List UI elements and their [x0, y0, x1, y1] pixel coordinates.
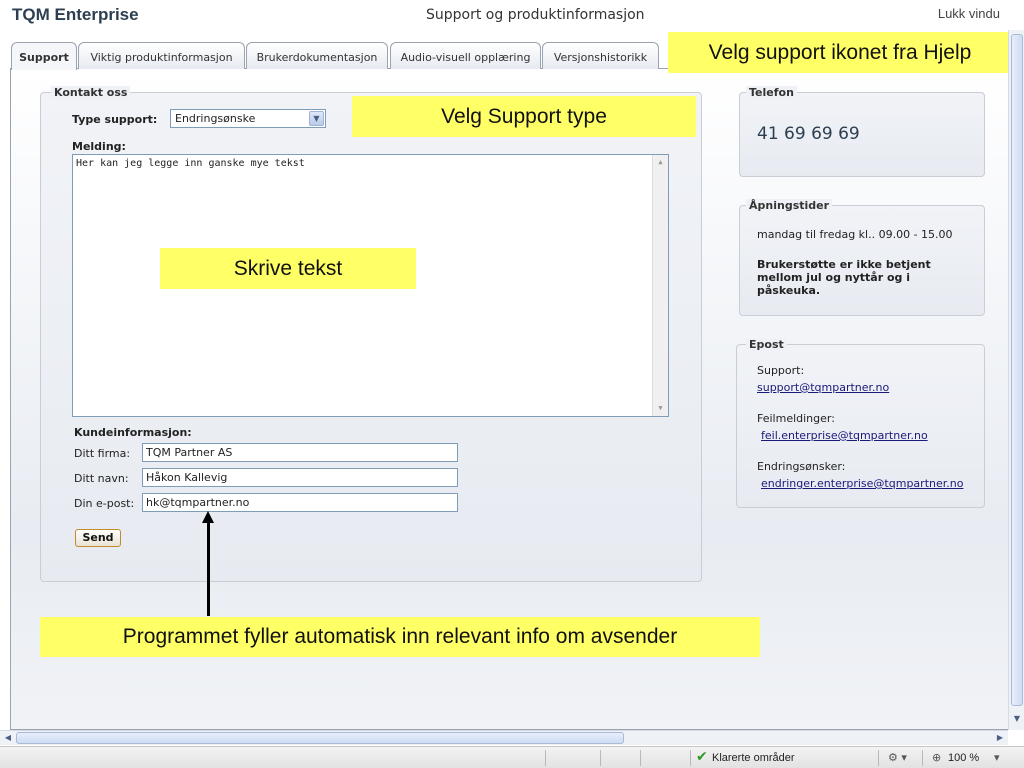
send-button[interactable]: Send	[75, 529, 121, 547]
status-divider	[600, 750, 601, 766]
message-label: Melding:	[72, 140, 126, 153]
status-bar: ✔ Klarerte områder ⚙ ▾ ⊕ 100 % ▾	[0, 746, 1024, 768]
zoom-icon[interactable]: ⊕	[932, 751, 941, 764]
close-window-link[interactable]: Lukk vindu	[938, 6, 1000, 21]
vertical-scroll-thumb[interactable]	[1011, 34, 1023, 706]
tab-support[interactable]: Support	[11, 42, 77, 70]
support-type-value: Endringsønske	[175, 112, 256, 125]
status-divider	[690, 750, 691, 766]
message-scrollbar[interactable]: ▲ ▼	[652, 155, 668, 416]
error-email-link[interactable]: feil.enterprise@tqmpartner.no	[761, 429, 928, 442]
hours-legend: Åpningstider	[746, 199, 833, 212]
page-vertical-scrollbar[interactable]: ▼	[1008, 30, 1024, 730]
status-divider	[878, 750, 879, 766]
zoom-level[interactable]: 100 %	[948, 752, 979, 764]
checkmark-icon: ✔	[696, 749, 708, 765]
phone-number: 41 69 69 69	[757, 124, 860, 144]
tab-version-history[interactable]: Versjonshistorikk	[542, 42, 659, 69]
protected-mode-icon[interactable]: ⚙ ▾	[888, 751, 907, 764]
auto-fill-callout: Programmet fyller automatisk inn relevan…	[40, 617, 760, 657]
tab-audio-visual[interactable]: Audio-visuell opplæring	[390, 42, 541, 69]
help-icon-callout: Velg support ikonet fra Hjelp	[668, 32, 1012, 73]
message-text: Her kan jeg legge inn ganske mye tekst	[76, 158, 305, 169]
company-label: Ditt firma:	[74, 447, 131, 460]
chevron-down-icon[interactable]: ▼	[309, 111, 324, 126]
tab-product-info[interactable]: Viktig produktinformasjon	[78, 42, 245, 69]
email-input[interactable]: hk@tqmpartner.no	[142, 493, 458, 512]
horizontal-scroll-thumb[interactable]	[16, 732, 624, 744]
window-title: Support og produktinformasjon	[426, 7, 645, 23]
page-horizontal-scrollbar[interactable]: ◀ ▶	[0, 730, 1008, 745]
email-legend: Epost	[746, 338, 787, 351]
scroll-down-icon[interactable]: ▼	[1011, 714, 1023, 728]
hours-note: Brukerstøtte er ikke betjent mellom jul …	[757, 258, 931, 297]
status-divider	[640, 750, 641, 766]
scroll-down-icon[interactable]: ▼	[654, 402, 667, 415]
support-type-callout: Velg Support type	[352, 96, 696, 137]
error-email-label: Feilmeldinger:	[757, 412, 835, 425]
customer-info-label: Kundeinformasjon:	[74, 426, 192, 439]
phone-legend: Telefon	[746, 86, 797, 99]
chevron-down-icon[interactable]: ▾	[994, 751, 1000, 764]
name-input[interactable]: Håkon Kallevig	[142, 468, 458, 487]
change-email-label: Endringsønsker:	[757, 460, 846, 473]
scroll-left-icon[interactable]: ◀	[1, 732, 15, 744]
change-email-link[interactable]: endringer.enterprise@tqmpartner.no	[761, 477, 963, 490]
name-label: Ditt navn:	[74, 472, 129, 485]
write-text-callout: Skrive tekst	[160, 248, 416, 289]
security-zone-text: Klarerte områder	[712, 752, 795, 764]
support-type-select[interactable]: Endringsønske ▼	[170, 109, 326, 128]
app-title: TQM Enterprise	[12, 5, 139, 24]
support-type-label: Type support:	[72, 113, 158, 126]
status-divider	[922, 750, 923, 766]
scroll-up-icon[interactable]: ▲	[654, 156, 667, 169]
arrow-line	[207, 520, 210, 616]
support-email-label: Support:	[757, 364, 805, 377]
support-email-link[interactable]: support@tqmpartner.no	[757, 381, 889, 394]
hours-text: mandag til fredag kl.. 09.00 - 15.00	[757, 228, 953, 241]
tab-user-docs[interactable]: Brukerdokumentasjon	[246, 42, 388, 69]
contact-legend: Kontakt oss	[51, 86, 131, 99]
status-divider	[545, 750, 546, 766]
scroll-right-icon[interactable]: ▶	[993, 732, 1007, 744]
company-input[interactable]: TQM Partner AS	[142, 443, 458, 462]
email-label: Din e-post:	[74, 497, 135, 510]
